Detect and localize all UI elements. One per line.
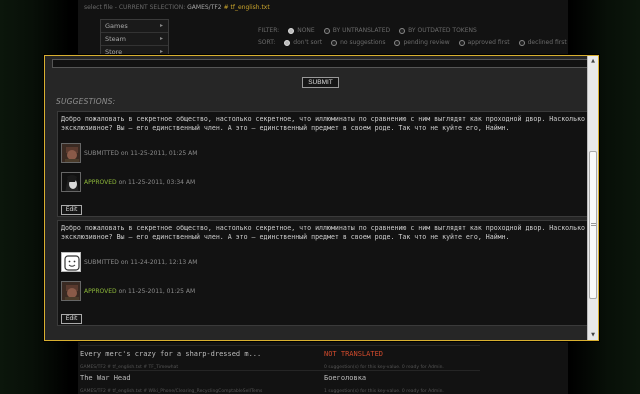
menu-item-games[interactable]: Games ▸ bbox=[101, 20, 168, 33]
submission-meta: SUBMITTED on 11-24-2011, 12:13 AM bbox=[84, 259, 197, 266]
approval-meta: APPROVED on 11-25-2011, 03:34 AM bbox=[84, 179, 195, 186]
sort-option-label: pending review bbox=[403, 39, 450, 46]
sort-radio-declined-first[interactable] bbox=[518, 39, 525, 46]
approval-meta: APPROVED on 11-25-2011, 01:25 AM bbox=[84, 288, 195, 295]
sort-radio-pending-review[interactable] bbox=[394, 39, 401, 46]
selection-file[interactable]: tf_english.txt bbox=[231, 4, 270, 11]
filter-radio-none[interactable] bbox=[288, 27, 295, 34]
path-separator: # bbox=[223, 4, 229, 11]
category-menu: Games ▸ Steam ▸ Store ▸ bbox=[100, 19, 169, 60]
suggestion-card: Добро пожаловать в секретное общество, н… bbox=[57, 220, 589, 326]
edit-button[interactable]: Edit bbox=[61, 205, 82, 215]
scroll-down-icon[interactable]: ▼ bbox=[588, 330, 598, 340]
modal-content: SUBMIT SUGGESTIONS: Добро пожаловать в с… bbox=[45, 56, 589, 340]
scroll-thumb[interactable] bbox=[589, 151, 597, 299]
row-source-text[interactable]: Every merc's crazy for a sharp-dressed m… bbox=[80, 350, 261, 358]
chevron-right-icon: ▸ bbox=[159, 22, 163, 29]
submit-button[interactable]: SUBMIT bbox=[302, 77, 339, 88]
row-key-path: GAMES/TF2 # tf_english.txt # Wiki_Phone/… bbox=[80, 389, 263, 394]
status-approved: APPROVED bbox=[84, 288, 117, 295]
suggestion-card: Добро пожаловать в секретное общество, н… bbox=[57, 111, 589, 217]
meta-on: on bbox=[118, 179, 127, 186]
selection-path[interactable]: GAMES/TF2 bbox=[187, 4, 222, 11]
filter-radio-untranslated[interactable] bbox=[323, 27, 330, 34]
current-selection-bar: select file - CURRENT SELECTION: GAMES/T… bbox=[84, 4, 270, 11]
sort-row: SORT: don't sort no suggestions pending … bbox=[258, 39, 567, 46]
filter-radio-outdated[interactable] bbox=[399, 27, 406, 34]
sort-radio-no-suggestions[interactable] bbox=[331, 39, 338, 46]
suggestion-text: Добро пожаловать в секретное общество, н… bbox=[61, 224, 586, 241]
submission-meta: SUBMITTED on 11-25-2011, 01:25 AM bbox=[84, 150, 197, 157]
filter-label: FILTER: bbox=[258, 27, 280, 34]
meta-date: 11-25-2011, 03:34 AM bbox=[127, 179, 196, 186]
grip-icon bbox=[591, 222, 596, 227]
status-submitted: SUBMITTED bbox=[84, 259, 119, 266]
suggestions-heading: SUGGESTIONS: bbox=[56, 97, 116, 106]
select-file-label[interactable]: select file - CURRENT SELECTION: bbox=[84, 4, 185, 11]
sort-radio-dont-sort[interactable] bbox=[284, 39, 291, 46]
translation-input[interactable] bbox=[52, 59, 589, 68]
row-source-text[interactable]: The War Head bbox=[80, 374, 131, 382]
sort-radio-approved-first[interactable] bbox=[458, 39, 465, 46]
meta-date: 11-24-2011, 12:13 AM bbox=[130, 259, 198, 266]
modal-scrollbar[interactable]: ▲ ▼ bbox=[587, 56, 598, 340]
row-divider bbox=[80, 370, 480, 371]
sort-option-label: don't sort bbox=[293, 39, 323, 46]
sort-label: SORT: bbox=[258, 39, 276, 46]
meta-date: 11-25-2011, 01:25 AM bbox=[127, 288, 196, 295]
scroll-up-icon[interactable]: ▲ bbox=[588, 56, 598, 66]
suggestion-text: Добро пожаловать в секретное общество, н… bbox=[61, 115, 586, 132]
soldier-avatar[interactable] bbox=[61, 281, 81, 301]
filter-option-label: BY OUTDATED TOKENS bbox=[408, 27, 477, 34]
menu-item-label: Games bbox=[105, 22, 128, 30]
edit-button[interactable]: Edit bbox=[61, 314, 82, 324]
chevron-right-icon: ▸ bbox=[159, 35, 163, 42]
sort-option-label: declined first bbox=[527, 39, 567, 46]
row-divider bbox=[80, 345, 480, 346]
filter-option-label: NONE bbox=[297, 27, 315, 34]
meta-date: 11-25-2011, 01:25 AM bbox=[130, 150, 198, 157]
suggestions-modal: SUBMIT SUGGESTIONS: Добро пожаловать в с… bbox=[44, 55, 599, 341]
status-submitted: SUBMITTED bbox=[84, 150, 119, 157]
status-approved: APPROVED bbox=[84, 179, 117, 186]
soldier-avatar[interactable] bbox=[61, 143, 81, 163]
sort-option-label: approved first bbox=[467, 39, 510, 46]
row-suggestion-count: 1 suggestion(s) for this key-value. 0 re… bbox=[324, 389, 444, 394]
sort-option-label: no suggestions bbox=[340, 39, 386, 46]
filter-option-label: BY UNTRANSLATED bbox=[332, 27, 391, 34]
meta-on: on bbox=[118, 288, 127, 295]
anime-avatar[interactable] bbox=[61, 172, 81, 192]
menu-item-steam[interactable]: Steam ▸ bbox=[101, 33, 168, 46]
meta-on: on bbox=[120, 150, 129, 157]
row-status: NOT TRANSLATED bbox=[324, 350, 384, 358]
filter-row: FILTER: NONE BY UNTRANSLATED BY OUTDATED… bbox=[258, 27, 477, 34]
menu-item-label: Steam bbox=[105, 35, 126, 43]
smiley-avatar[interactable] bbox=[61, 252, 81, 272]
meta-on: on bbox=[120, 259, 129, 266]
row-translation-text[interactable]: Боеголовка bbox=[324, 374, 366, 382]
